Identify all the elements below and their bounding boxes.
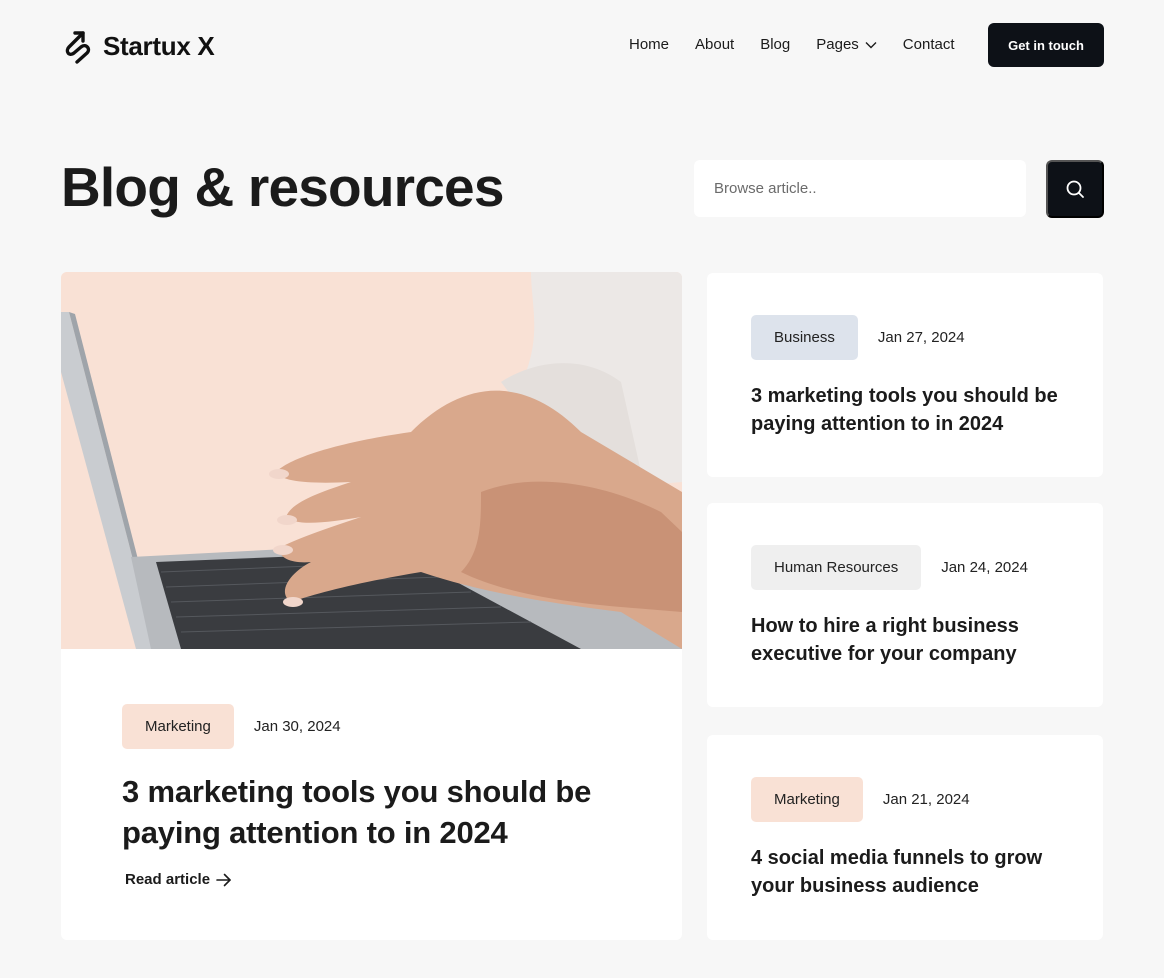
search-button[interactable]	[1046, 160, 1104, 218]
article-meta: Marketing Jan 30, 2024	[122, 704, 642, 749]
article-meta: Human Resources Jan 24, 2024	[751, 545, 1081, 590]
arrow-right-icon	[216, 873, 231, 886]
article-meta: Business Jan 27, 2024	[751, 315, 1081, 360]
search-icon	[1066, 180, 1084, 198]
nav-contact[interactable]: Contact	[903, 36, 955, 53]
nav-pages[interactable]: Pages	[816, 36, 877, 53]
article-card-body: Business Jan 27, 2024 3 marketing tools …	[751, 315, 1081, 438]
article-date: Jan 27, 2024	[877, 329, 965, 346]
article-date: Jan 21, 2024	[882, 791, 970, 808]
route-arrow-icon	[65, 31, 91, 64]
article-title[interactable]: How to hire a right business executive f…	[751, 612, 1081, 668]
page-title: Blog & resources	[61, 156, 504, 218]
article-card[interactable]: Marketing Jan 21, 2024 4 social media fu…	[707, 735, 1103, 940]
category-tag[interactable]: Business	[751, 315, 858, 360]
nav-blog[interactable]: Blog	[760, 36, 790, 53]
category-tag[interactable]: Marketing	[751, 777, 863, 822]
site-header: Startux X Home About Blog Pages Contact …	[0, 0, 1164, 90]
article-title[interactable]: 3 marketing tools you should be paying a…	[751, 382, 1081, 438]
featured-article-title[interactable]: 3 marketing tools you should be paying a…	[122, 771, 642, 853]
read-article-link[interactable]: Read article	[125, 871, 232, 888]
article-card[interactable]: Business Jan 27, 2024 3 marketing tools …	[707, 273, 1103, 477]
read-article-label: Read article	[125, 871, 211, 888]
article-card[interactable]: Human Resources Jan 24, 2024 How to hire…	[707, 503, 1103, 707]
article-title[interactable]: 4 social media funnels to grow your busi…	[751, 844, 1081, 900]
featured-image	[61, 272, 682, 649]
chevron-down-icon	[865, 41, 877, 48]
category-tag[interactable]: Human Resources	[751, 545, 922, 590]
laptop-typing-illustration	[61, 272, 682, 649]
article-date: Jan 24, 2024	[941, 559, 1028, 576]
featured-article-card[interactable]: Marketing Jan 30, 2024 3 marketing tools…	[61, 272, 682, 940]
article-meta: Marketing Jan 21, 2024	[751, 777, 1081, 822]
brand-name: Startux X	[103, 30, 215, 61]
search-input[interactable]	[694, 160, 1026, 217]
nav-home[interactable]: Home	[629, 36, 669, 53]
brand-logo[interactable]: Startux X	[61, 27, 215, 65]
article-date: Jan 30, 2024	[253, 718, 341, 735]
article-card-body: Marketing Jan 21, 2024 4 social media fu…	[751, 777, 1081, 900]
nav-about[interactable]: About	[695, 36, 734, 53]
get-in-touch-button[interactable]: Get in touch	[988, 23, 1104, 67]
main-nav: Home About Blog Pages Contact	[629, 36, 981, 53]
nav-pages-label: Pages	[816, 36, 859, 53]
category-tag[interactable]: Marketing	[122, 704, 234, 749]
featured-article-body: Marketing Jan 30, 2024 3 marketing tools…	[122, 704, 642, 889]
article-card-body: Human Resources Jan 24, 2024 How to hire…	[751, 545, 1081, 668]
